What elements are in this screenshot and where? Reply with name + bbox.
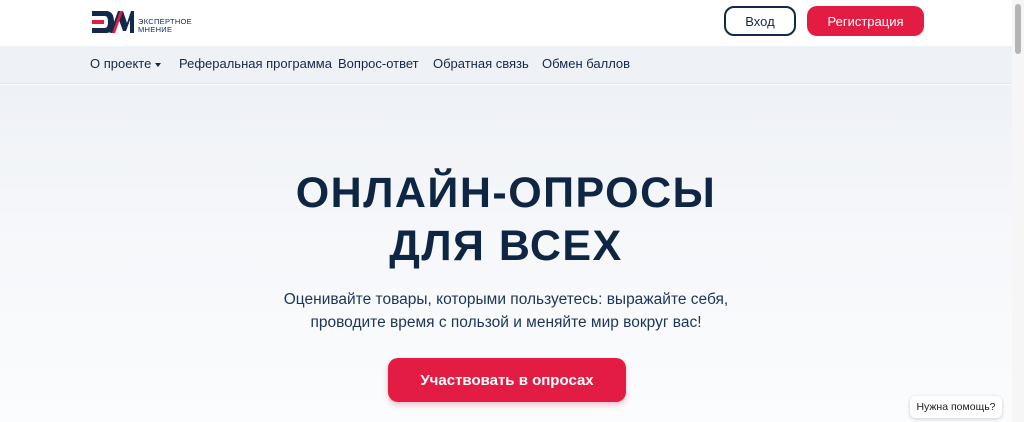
hero-subtitle-line2: проводите время с пользой и меняйте мир … [310, 314, 702, 331]
register-button[interactable]: Регистрация [807, 6, 924, 36]
participate-surveys-button[interactable]: Участвовать в опросах [388, 358, 626, 402]
hero-title-line2: ДЛЯ ВСЕХ [389, 222, 623, 270]
login-button[interactable]: Вход [724, 6, 796, 36]
help-chat-button[interactable]: Нужна помощь? [910, 396, 1002, 418]
nav-item-points-exchange[interactable]: Обмен баллов [542, 56, 630, 71]
logo-wordmark: ЭКСПЕРТНОЕ МНЕНИЕ [138, 10, 192, 34]
nav-item-about[interactable]: О проекте [90, 56, 162, 71]
page-scrollbar[interactable] [1012, 0, 1024, 422]
nav-item-referral[interactable]: Реферальная программа [179, 56, 332, 71]
hero-title-line1: ОНЛАЙН-ОПРОСЫ [295, 169, 717, 217]
main-nav: О проекте Реферальная программа Вопрос-о… [0, 46, 1012, 84]
hero-subtitle-line1: Оценивайте товары, которыми пользуетесь:… [283, 291, 729, 308]
site-logo[interactable]: ЭКСПЕРТНОЕ МНЕНИЕ [90, 4, 192, 40]
nav-item-feedback[interactable]: Обратная связь [433, 56, 529, 71]
site-header: ЭКСПЕРТНОЕ МНЕНИЕ Вход Регистрация [0, 0, 1012, 46]
logo-text-line2: МНЕНИЕ [138, 25, 173, 34]
logo-mark-icon [92, 11, 134, 33]
nav-item-faq[interactable]: Вопрос-ответ [338, 56, 419, 71]
caret-down-icon [155, 62, 162, 67]
hero-section: ОНЛАЙН-ОПРОСЫ ДЛЯ ВСЕХ Оценивайте товары… [0, 85, 1012, 422]
nav-item-label: О проекте [90, 56, 152, 71]
scrollbar-thumb[interactable] [1015, 4, 1021, 54]
